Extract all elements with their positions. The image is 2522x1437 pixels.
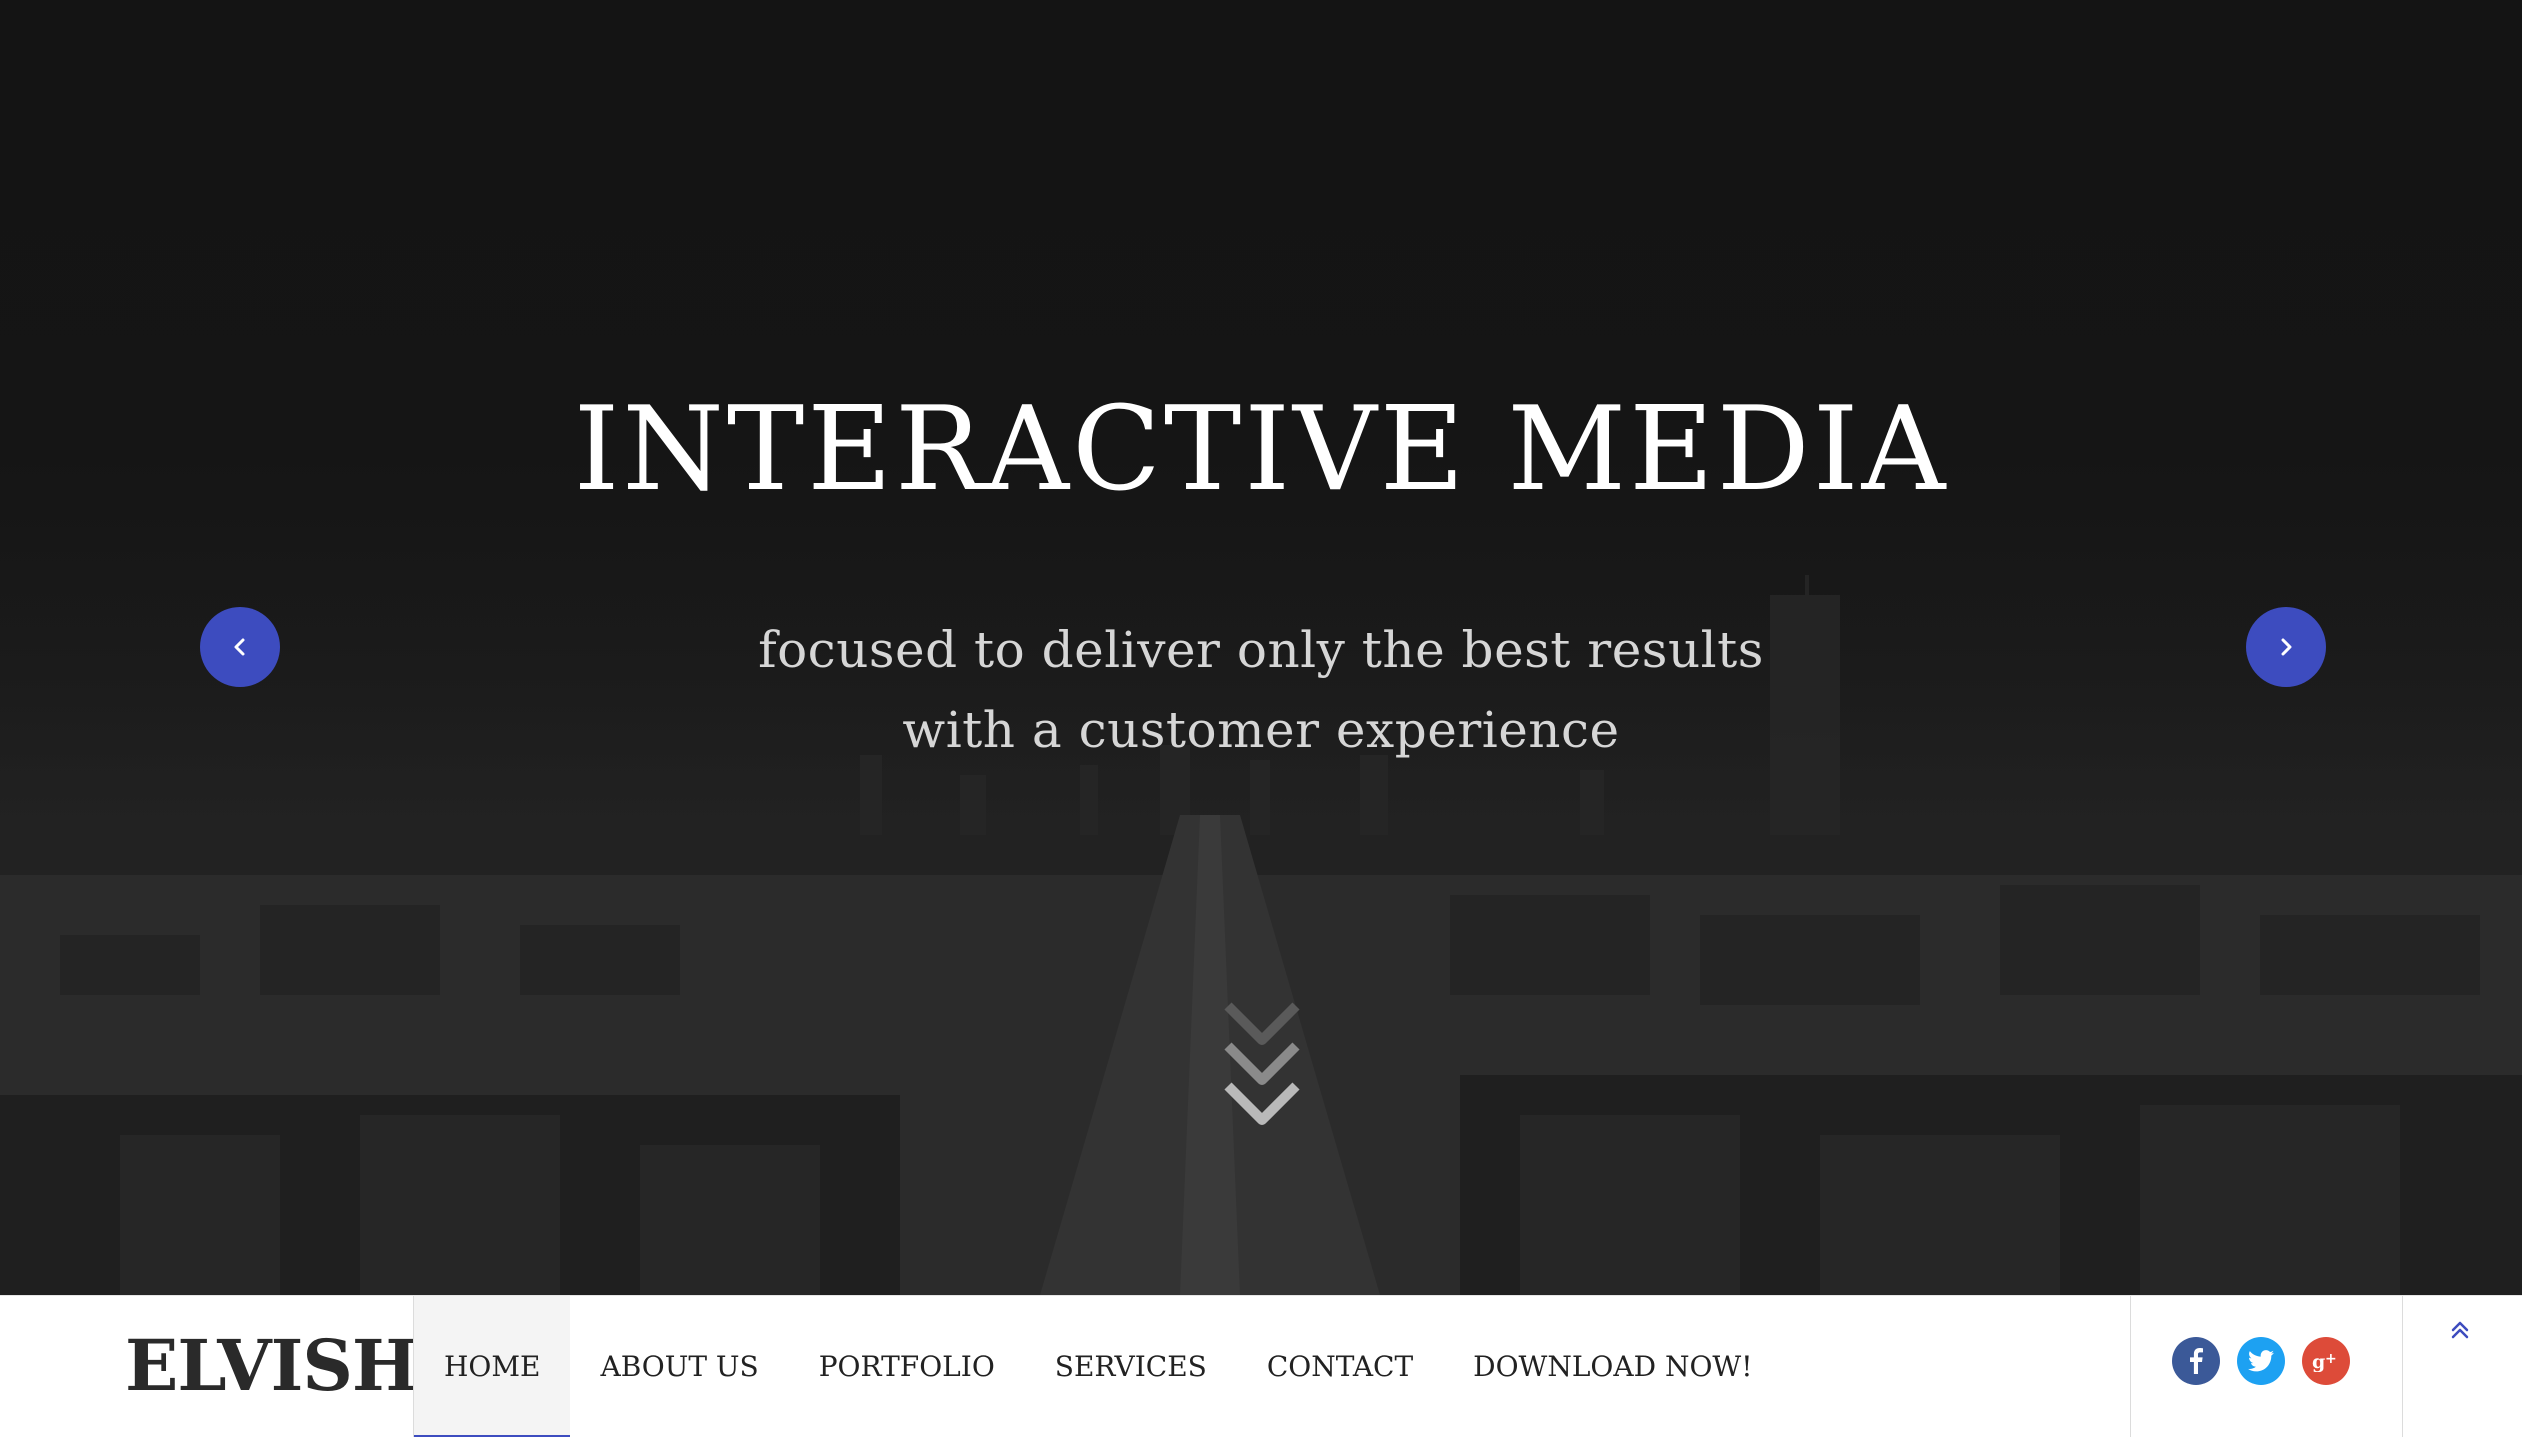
- google-plus-button[interactable]: g +: [2302, 1337, 2350, 1385]
- hero-subtitle-line-2: with a customer experience: [902, 701, 1620, 759]
- site-logo[interactable]: ELVISH: [125, 1316, 418, 1416]
- chevron-right-icon: [2281, 638, 2292, 656]
- hero-title: INTERACTIVE MEDIA: [573, 382, 1949, 517]
- chevron-left-icon: [234, 638, 245, 656]
- main-menu: HOME ABOUT US PORTFOLIO SERVICES CONTACT…: [414, 1296, 1782, 1437]
- hero-subtitle: focused to deliver only the best results…: [0, 610, 2522, 770]
- svg-text:g: g: [2312, 1351, 2325, 1372]
- social-links: g +: [2172, 1337, 2350, 1385]
- menu-item-home[interactable]: HOME: [414, 1296, 571, 1437]
- menu-item-services[interactable]: SERVICES: [1025, 1296, 1237, 1437]
- menu-item-portfolio[interactable]: PORTFOLIO: [789, 1296, 1025, 1437]
- main-navbar: ELVISH HOME ABOUT US PORTFOLIO SERVICES …: [0, 1295, 2522, 1437]
- hero-slider: INTERACTIVE MEDIA focused to deliver onl…: [0, 0, 2522, 1295]
- menu-item-contact[interactable]: CONTACT: [1237, 1296, 1443, 1437]
- scroll-down-button[interactable]: [1222, 1000, 1302, 1140]
- svg-text:+: +: [2325, 1351, 2337, 1367]
- navbar-divider: [2130, 1296, 2131, 1437]
- double-chevron-up-icon: [2451, 1321, 2469, 1339]
- hero-subtitle-line-1: focused to deliver only the best results: [758, 621, 1764, 679]
- slider-prev-button[interactable]: [200, 607, 280, 687]
- back-to-top-button[interactable]: [2440, 1310, 2480, 1350]
- page: INTERACTIVE MEDIA focused to deliver onl…: [0, 0, 2522, 1437]
- navbar-divider: [2402, 1296, 2403, 1437]
- facebook-button[interactable]: [2172, 1337, 2220, 1385]
- facebook-icon: [2190, 1348, 2203, 1374]
- twitter-icon: [2248, 1350, 2274, 1372]
- google-plus-icon: g +: [2312, 1351, 2337, 1372]
- slider-next-button[interactable]: [2246, 607, 2326, 687]
- twitter-button[interactable]: [2237, 1337, 2285, 1385]
- menu-item-download-now[interactable]: DOWNLOAD NOW!: [1443, 1296, 1782, 1437]
- triple-chevron-down-icon: [1224, 1002, 1300, 1125]
- menu-item-about-us[interactable]: ABOUT US: [570, 1296, 788, 1437]
